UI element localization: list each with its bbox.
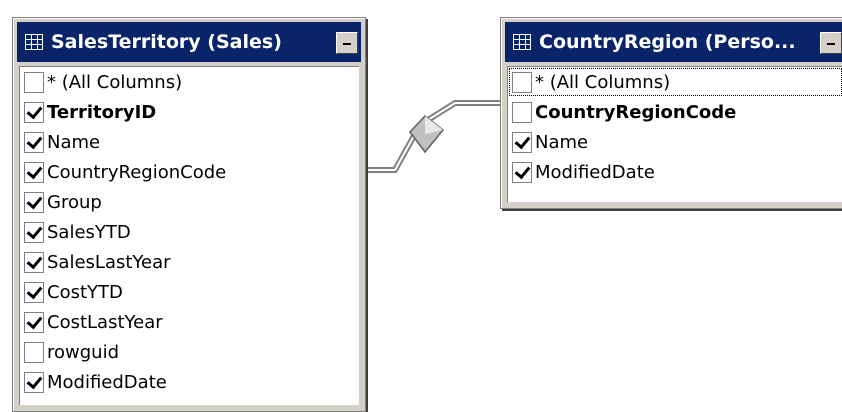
column-row[interactable]: Name (20, 127, 359, 157)
column-checkbox[interactable] (24, 101, 44, 123)
column-row[interactable]: CostYTD (20, 277, 359, 307)
table-grid-icon (25, 34, 43, 50)
column-row[interactable]: ModifiedDate (20, 367, 359, 397)
column-row[interactable]: * (All Columns) (20, 67, 359, 97)
column-row[interactable]: CountryRegionCode (20, 157, 359, 187)
column-checkbox[interactable] (512, 131, 532, 153)
table-window-salesterritory[interactable]: SalesTerritory (Sales) * (All Columns) T… (12, 17, 366, 412)
title-bar[interactable]: CountryRegion (Perso... (505, 22, 842, 62)
column-checkbox[interactable] (24, 71, 44, 93)
column-checkbox[interactable] (24, 131, 44, 153)
column-row[interactable]: SalesLastYear (20, 247, 359, 277)
column-checkbox[interactable] (24, 251, 44, 273)
column-checkbox[interactable] (24, 191, 44, 213)
column-row[interactable]: Name (508, 127, 842, 157)
column-checkbox[interactable] (24, 371, 44, 393)
column-row[interactable]: * (All Columns) (508, 67, 842, 97)
column-checkbox[interactable] (24, 221, 44, 243)
column-row[interactable]: TerritoryID (20, 97, 359, 127)
column-checkbox[interactable] (512, 71, 532, 93)
column-row[interactable]: CostLastYear (20, 307, 359, 337)
column-row[interactable]: Group (20, 187, 359, 217)
minimize-button[interactable] (820, 32, 842, 54)
table-title: CountryRegion (Perso... (539, 31, 796, 53)
table-grid-icon (513, 34, 531, 50)
minimize-button[interactable] (336, 32, 358, 54)
column-checkbox[interactable] (24, 341, 44, 363)
title-bar[interactable]: SalesTerritory (Sales) (17, 22, 361, 62)
column-row[interactable]: ModifiedDate (508, 157, 842, 187)
column-row[interactable]: rowguid (20, 337, 359, 367)
table-title: SalesTerritory (Sales) (51, 31, 282, 53)
column-list[interactable]: * (All Columns) CountryRegionCode Name M… (507, 66, 842, 202)
column-checkbox[interactable] (512, 161, 532, 183)
column-row[interactable]: SalesYTD (20, 217, 359, 247)
column-row[interactable]: CountryRegionCode (508, 97, 842, 127)
column-list[interactable]: * (All Columns) TerritoryID Name Country… (19, 66, 359, 405)
table-window-countryregion[interactable]: CountryRegion (Perso... * (All Columns) … (500, 17, 842, 209)
column-checkbox[interactable] (24, 281, 44, 303)
join-diamond-icon[interactable] (409, 114, 445, 154)
column-checkbox[interactable] (512, 101, 532, 123)
column-checkbox[interactable] (24, 311, 44, 333)
column-checkbox[interactable] (24, 161, 44, 183)
